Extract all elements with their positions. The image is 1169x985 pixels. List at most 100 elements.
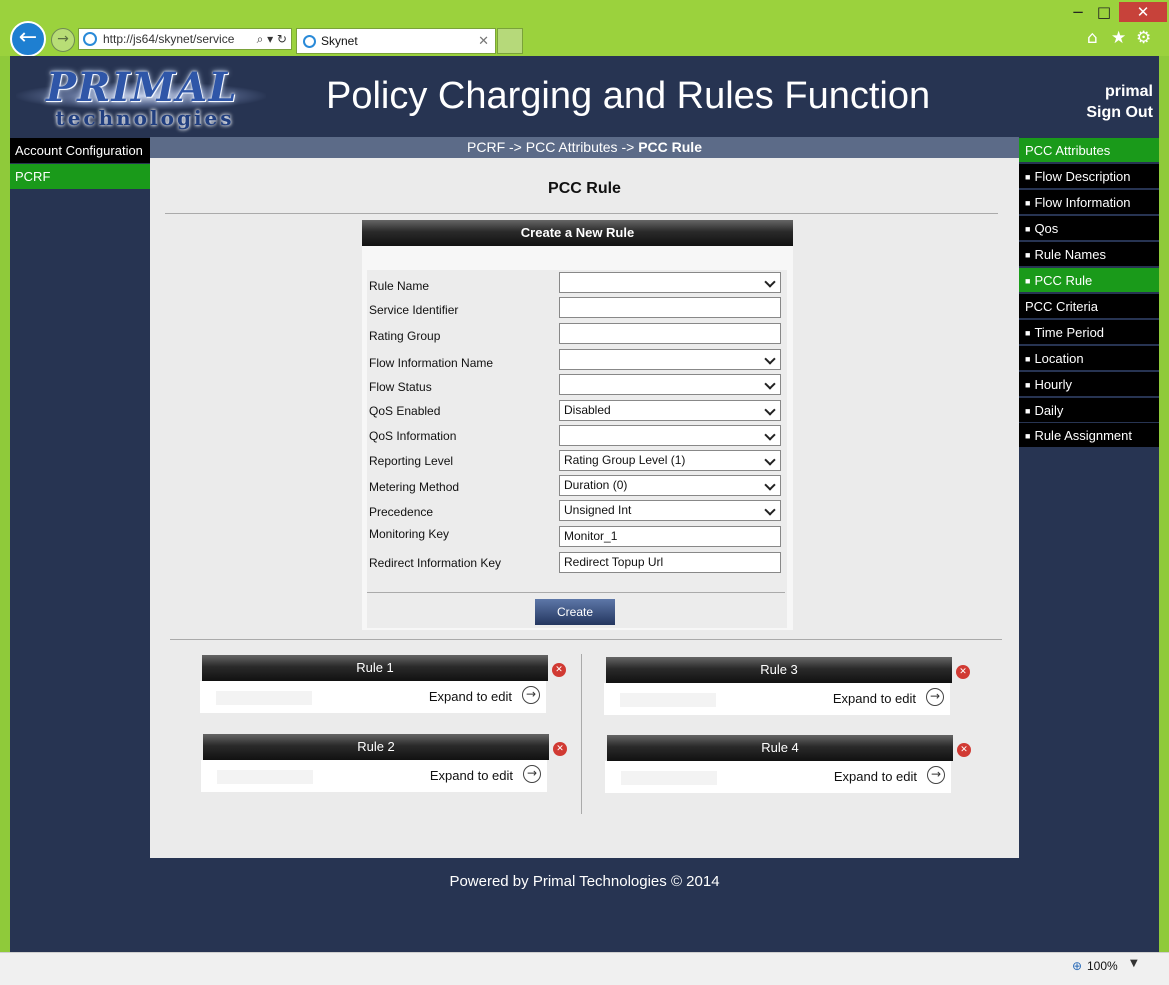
rule-card-header[interactable]: Rule 3 (606, 657, 952, 683)
field-label: QoS Information (369, 429, 457, 443)
page: PRIMAL technologies Policy Charging and … (10, 56, 1159, 952)
select-rule-name[interactable] (559, 272, 781, 293)
header: PRIMAL technologies Policy Charging and … (10, 56, 1159, 137)
rule-card-header[interactable]: Rule 1 (202, 655, 548, 681)
browser-chrome: − □ ✕ ← → http://js64/skynet/service ⌕ ▾… (0, 0, 1169, 57)
breadcrumb: PCRF -> PCC Attributes -> PCC Rule (150, 137, 1019, 158)
zoom-icon[interactable]: ⊕ (1072, 959, 1082, 973)
input-monitoring-key[interactable]: Monitor_1 (559, 526, 781, 547)
bullet-icon: ■ (1025, 354, 1031, 364)
select-qos-information[interactable] (559, 425, 781, 446)
right-nav-label: Hourly (1034, 377, 1073, 392)
right-nav-label: PCC Criteria (1025, 299, 1098, 314)
input-redirect-information-key[interactable]: Redirect Topup Url (559, 552, 781, 573)
sign-out-link[interactable]: Sign Out (1086, 104, 1153, 122)
right-nav-label: Location (1034, 351, 1084, 366)
tab-close-icon[interactable]: ✕ (478, 29, 489, 53)
field-label: Service Identifier (369, 303, 459, 317)
expand-to-edit-label[interactable]: Expand to edit (833, 691, 916, 706)
delete-rule-3-icon[interactable]: ✕ (956, 665, 970, 679)
select-metering-method[interactable]: Duration (0) (559, 475, 781, 496)
right-nav-label: Rule Names (1034, 247, 1106, 262)
right-nav-label: Flow Information (1034, 195, 1131, 210)
bullet-icon: ■ (1025, 198, 1031, 208)
input-service-identifier[interactable] (559, 297, 781, 318)
search-refresh-icons[interactable]: ⌕ ▾ ↻ (257, 29, 287, 49)
field-label: Redirect Information Key (369, 556, 502, 570)
expand-arrow-icon[interactable]: → (522, 686, 540, 704)
right-nav-location[interactable]: ■ Location (1019, 346, 1159, 371)
rule-card-body: Expand to edit → (201, 760, 547, 792)
expand-to-edit-label[interactable]: Expand to edit (834, 769, 917, 784)
ie-icon (83, 32, 97, 46)
select-precedence[interactable]: Unsigned Int (559, 500, 781, 521)
expand-arrow-icon[interactable]: → (927, 766, 945, 784)
rule-card-body: Expand to edit → (604, 683, 950, 715)
right-nav-label: Daily (1034, 403, 1064, 418)
delete-rule-4-icon[interactable]: ✕ (957, 743, 971, 757)
form-divider (367, 592, 785, 593)
input-rating-group[interactable] (559, 323, 781, 344)
zoom-dropdown-icon[interactable]: ▼ (1130, 958, 1138, 969)
right-nav-hourly[interactable]: ■ Hourly (1019, 372, 1159, 397)
right-nav-time-period[interactable]: ■ Time Period (1019, 320, 1159, 345)
right-nav-pcc-criteria[interactable]: PCC Criteria (1019, 294, 1159, 319)
right-nav-qos[interactable]: ■ Qos (1019, 216, 1159, 241)
right-nav-label: PCC Attributes (1025, 143, 1111, 158)
right-nav-pcc-rule[interactable]: ■ PCC Rule (1019, 268, 1159, 293)
breadcrumb-path[interactable]: PCRF -> PCC Attributes -> (467, 139, 638, 155)
column-separator (581, 654, 582, 814)
expand-to-edit-label[interactable]: Expand to edit (429, 689, 512, 704)
maximize-button[interactable]: □ (1092, 2, 1116, 22)
create-button[interactable]: Create (535, 599, 615, 625)
main-heading: PCC Rule (548, 180, 621, 197)
right-nav-flow-description[interactable]: ■ Flow Description (1019, 164, 1159, 189)
back-arrow-icon[interactable]: ← (10, 21, 46, 57)
rule-card-header[interactable]: Rule 4 (607, 735, 953, 761)
select-flow-information-name[interactable] (559, 349, 781, 370)
right-nav-flow-information[interactable]: ■ Flow Information (1019, 190, 1159, 215)
expand-arrow-icon[interactable]: → (926, 688, 944, 706)
form-header: Create a New Rule (362, 220, 793, 246)
left-nav-pcrf[interactable]: PCRF (10, 164, 150, 189)
rule-card-header[interactable]: Rule 2 (203, 734, 549, 760)
right-nav-pcc-attributes[interactable]: PCC Attributes (1019, 138, 1159, 163)
right-nav-rule-assignment[interactable]: ■ Rule Assignment (1019, 423, 1159, 448)
minimize-button[interactable]: − (1066, 2, 1090, 22)
delete-rule-1-icon[interactable]: ✕ (552, 663, 566, 677)
field-label: Flow Information Name (369, 356, 494, 370)
right-nav-label: Flow Description (1034, 169, 1131, 184)
rule-card-body: Expand to edit → (605, 761, 951, 793)
expand-to-edit-label[interactable]: Expand to edit (430, 768, 513, 783)
right-nav-label: PCC Rule (1034, 273, 1093, 288)
select-reporting-level[interactable]: Rating Group Level (1) (559, 450, 781, 471)
rule-card-2: Rule 2 Expand to edit → (201, 734, 549, 792)
home-icon[interactable]: ⌂ (1087, 28, 1098, 48)
forward-arrow-icon[interactable]: → (51, 28, 75, 52)
bullet-icon: ■ (1025, 172, 1031, 182)
browser-tab[interactable]: Skynet ✕ (296, 28, 496, 54)
select-qos-enabled[interactable]: Disabled (559, 400, 781, 421)
zoom-level[interactable]: 100% (1087, 959, 1118, 973)
gear-icon[interactable]: ⚙ (1136, 28, 1151, 48)
address-bar[interactable]: http://js64/skynet/service ⌕ ▾ ↻ (78, 28, 292, 50)
field-label: Metering Method (369, 480, 460, 494)
bullet-icon: ■ (1025, 276, 1031, 286)
rule-summary (217, 770, 313, 784)
logo-word-primal: PRIMAL (46, 64, 238, 111)
divider (170, 639, 1002, 640)
divider (165, 213, 998, 214)
right-nav-rule-names[interactable]: ■ Rule Names (1019, 242, 1159, 267)
delete-rule-2-icon[interactable]: ✕ (553, 742, 567, 756)
expand-arrow-icon[interactable]: → (523, 765, 541, 783)
left-nav-account-configuration[interactable]: Account Configuration (10, 138, 150, 163)
favorites-star-icon[interactable]: ★ (1111, 28, 1126, 48)
right-nav-label: Rule Assignment (1034, 428, 1132, 443)
select-flow-status[interactable] (559, 374, 781, 395)
new-tab-button[interactable] (497, 28, 523, 54)
footer: Powered by Primal Technologies © 2014 (449, 873, 720, 890)
right-nav-daily[interactable]: ■ Daily (1019, 398, 1159, 423)
address-url[interactable]: http://js64/skynet/service (103, 29, 239, 49)
close-window-button[interactable]: ✕ (1119, 2, 1167, 22)
field-label: Flow Status (369, 380, 432, 394)
